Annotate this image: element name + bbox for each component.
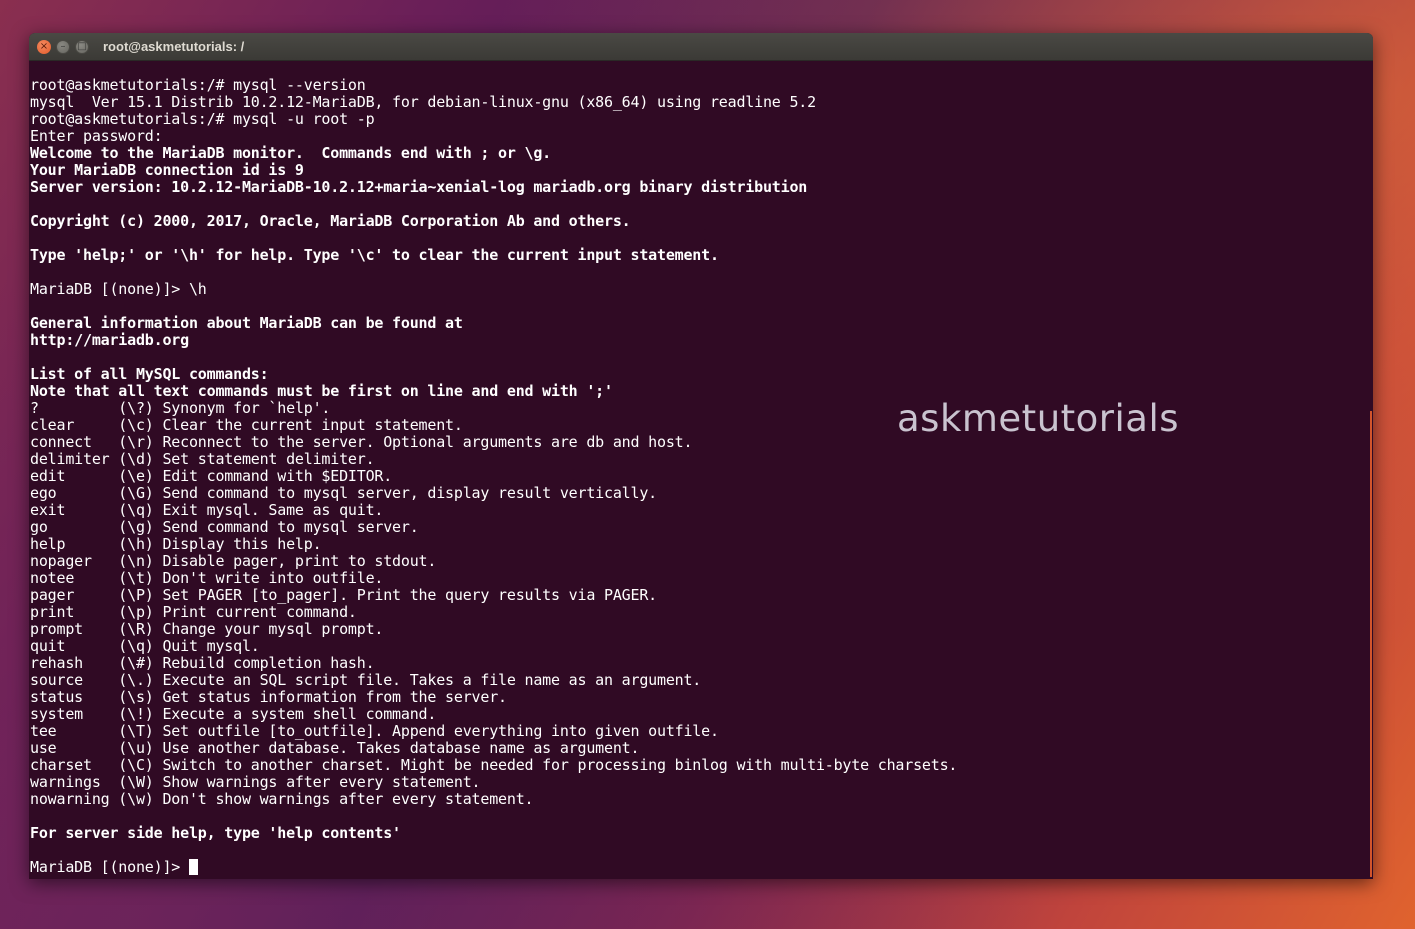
terminal-line: quit (\q) Quit mysql. — [30, 637, 260, 655]
terminal-line: mysql Ver 15.1 Distrib 10.2.12-MariaDB, … — [30, 93, 816, 111]
terminal-line: Type 'help;' or '\h' for help. Type '\c'… — [30, 246, 719, 264]
terminal-line: rehash (\#) Rebuild completion hash. — [30, 654, 375, 672]
terminal-line: help (\h) Display this help. — [30, 535, 322, 553]
terminal-line: nowarning (\w) Don't show warnings after… — [30, 790, 534, 808]
terminal-line: Welcome to the MariaDB monitor. Commands… — [30, 144, 552, 162]
terminal-line: delimiter (\d) Set statement delimiter. — [30, 450, 375, 468]
terminal-line: system (\!) Execute a system shell comma… — [30, 705, 437, 723]
terminal-line: status (\s) Get status information from … — [30, 688, 507, 706]
terminal-line: prompt (\R) Change your mysql prompt. — [30, 620, 384, 638]
window-title: root@askmetutorials: / — [103, 39, 245, 54]
terminal-line: warnings (\W) Show warnings after every … — [30, 773, 481, 791]
maximize-window-button[interactable]: □ — [75, 39, 89, 54]
terminal-line: ego (\G) Send command to mysql server, d… — [30, 484, 657, 502]
terminal-line: For server side help, type 'help content… — [30, 824, 401, 842]
shell-prompt: MariaDB [(none)]> — [30, 858, 189, 876]
prompt-line[interactable]: MariaDB [(none)]> — [30, 859, 1350, 876]
minimize-window-button[interactable]: – — [56, 39, 70, 54]
terminal-line: Enter password: — [30, 127, 163, 145]
terminal-window[interactable]: × – □ root@askmetutorials: / root@askmet… — [29, 33, 1373, 879]
terminal-line: root@askmetutorials:/# mysql -u root -p — [30, 110, 375, 128]
terminal-line: exit (\q) Exit mysql. Same as quit. — [30, 501, 384, 519]
terminal-line: nopager (\n) Disable pager, print to std… — [30, 552, 437, 570]
terminal-line: notee (\t) Don't write into outfile. — [30, 569, 384, 587]
terminal-line: source (\.) Execute an SQL script file. … — [30, 671, 702, 689]
terminal-line: List of all MySQL commands: — [30, 365, 269, 383]
terminal-line: MariaDB [(none)]> \h — [30, 280, 207, 298]
terminal-line: Server version: 10.2.12-MariaDB-10.2.12+… — [30, 178, 808, 196]
text-cursor — [188, 859, 198, 875]
terminal-line: root@askmetutorials:/# mysql --version — [30, 76, 366, 94]
terminal-line: General information about MariaDB can be… — [30, 314, 463, 332]
scrollbar-indicator[interactable] — [1370, 411, 1372, 877]
terminal-line: http://mariadb.org — [30, 331, 189, 349]
terminal-line: edit (\e) Edit command with $EDITOR. — [30, 467, 393, 485]
terminal-line: print (\p) Print current command. — [30, 603, 357, 621]
terminal-line: tee (\T) Set outfile [to_outfile]. Appen… — [30, 722, 719, 740]
terminal-line: Your MariaDB connection id is 9 — [30, 161, 304, 179]
terminal-line: use (\u) Use another database. Takes dat… — [30, 739, 640, 757]
terminal-line: charset (\C) Switch to another charset. … — [30, 756, 958, 774]
terminal-line: Copyright (c) 2000, 2017, Oracle, MariaD… — [30, 212, 631, 230]
terminal-line: go (\g) Send command to mysql server. — [30, 518, 419, 536]
terminal-output[interactable]: root@askmetutorials:/# mysql --version my… — [30, 77, 1350, 876]
terminal-line: pager (\P) Set PAGER [to_pager]. Print t… — [30, 586, 657, 604]
close-window-button[interactable]: × — [37, 39, 51, 54]
title-bar[interactable]: × – □ root@askmetutorials: / — [29, 33, 1373, 61]
watermark-text: askmetutorials — [897, 397, 1180, 440]
